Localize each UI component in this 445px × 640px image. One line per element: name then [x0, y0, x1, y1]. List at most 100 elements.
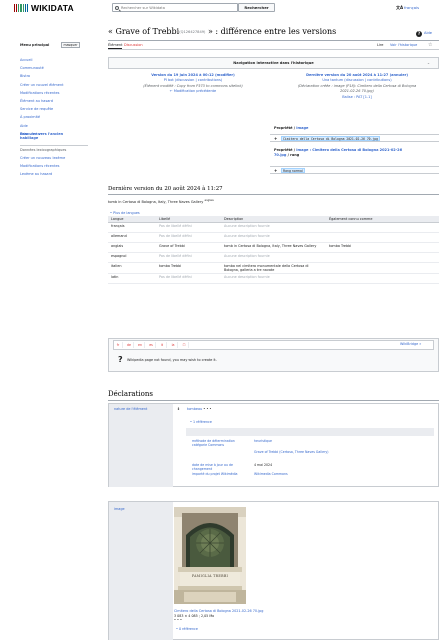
diff-left-header: Version du 19 juin 2024 à 00:12 (modifie… [118, 73, 268, 95]
diff-added-row-2: + Rang normal [270, 166, 439, 174]
language-label[interactable]: Pas de libellé défini [156, 232, 221, 243]
language-icon[interactable]: 文A [396, 5, 403, 11]
diff-added-row-1: + Cimitero della Certosa di Bologna 2021… [270, 134, 439, 142]
language-name: espagnol [108, 252, 156, 263]
property-instance-of[interactable]: nature de l'élément [114, 407, 147, 411]
rank-normal-icon[interactable]: ⇕ [177, 407, 180, 411]
sidebar-item[interactable]: Modifications récentes [20, 91, 90, 95]
history-navigation-label: Navigation interactive dans l'historique [233, 61, 314, 65]
language-description[interactable]: Aucune description fournie [221, 273, 326, 284]
sidebar-item-legacy-skin[interactable]: Basculer vers l'ancien habillage [20, 132, 80, 140]
search-input[interactable] [121, 5, 221, 10]
statement-property-cell [108, 501, 173, 640]
photo-inscription: FAMIGLIA TREBBI [191, 574, 229, 578]
sitelink-tab[interactable]: la [169, 342, 178, 348]
language-description[interactable]: Aucune description fournie [221, 232, 326, 243]
diff-added-value-1: Cimitero della Certosa di Bologna 2021-0… [281, 136, 380, 141]
language-label[interactable]: tomba Trebbi [156, 262, 221, 274]
previous-edit-link[interactable]: ← Modification précédente [118, 89, 268, 94]
language-label[interactable]: Pas de libellé défini [156, 252, 221, 263]
tab-read[interactable]: Lire [377, 43, 383, 47]
ref-key-imported[interactable]: importé du projet Wikimédia [192, 472, 246, 476]
wikibridge-link[interactable]: WikiBridge » [400, 342, 421, 346]
sidebar-separator [20, 145, 88, 146]
language-selector[interactable]: français [404, 5, 419, 10]
search-box[interactable] [112, 3, 238, 12]
language-row: français Pas de libellé défini Aucune desc… [108, 222, 439, 233]
wikidata-logo-icon[interactable] [14, 4, 28, 12]
more-languages-link[interactable]: • Plus de langues [110, 211, 140, 215]
language-label[interactable]: Pas de libellé défini [156, 222, 221, 233]
page-not-found-message: Wikipedia page not found, you may wish t… [127, 358, 217, 362]
help-link[interactable]: Aide [424, 31, 432, 35]
sitelink-tab[interactable]: it [158, 342, 167, 348]
sitelink-tab[interactable]: ☐ [180, 342, 189, 348]
sitelink-tab[interactable]: en [136, 342, 145, 348]
references-toggle[interactable]: • 0 référence [176, 627, 198, 631]
language-aliases[interactable] [326, 273, 439, 284]
diff-added-value-2: Rang normal [281, 168, 305, 173]
sitelink-tab[interactable]: fr [114, 342, 123, 348]
language-row: anglais Grave of Trebbi tomb in Certosa di… [108, 242, 439, 253]
tab-history[interactable]: Voir l'historique [390, 43, 417, 47]
sidebar-item[interactable]: Créer un nouveau lexème [20, 156, 90, 160]
language-aliases[interactable]: tomba Trebbi [326, 242, 439, 253]
sidebar-item[interactable]: Bistro [20, 74, 90, 78]
ref-key-date[interactable]: date de mise à jour ou de changement [192, 463, 246, 471]
sitelink-tab[interactable]: de [125, 342, 134, 348]
diff-property-1: Propriété / image [274, 126, 309, 130]
sidebar-lexeme-heading: Données lexicographiques [20, 148, 67, 152]
language-label[interactable]: Pas de libellé défini [156, 273, 221, 284]
value-tombeau[interactable]: tombeau • • • [187, 407, 211, 411]
sidebar-item[interactable]: Communauté [20, 66, 90, 70]
wikidata-logo-text[interactable]: WIKIDATA [31, 3, 74, 13]
image-file-link[interactable]: Cimitero della Certosa di Bologna 2021-0… [174, 609, 263, 613]
logo-bar [26, 4, 28, 12]
sidebar-item[interactable]: À proximité [20, 115, 90, 119]
sidebar-item[interactable]: Accueil [20, 58, 90, 62]
logo-bar [24, 4, 26, 12]
ref-value-heuristic[interactable]: heuristique [254, 439, 272, 443]
language-aliases[interactable] [326, 222, 439, 233]
sidebar-item[interactable]: Modifications récentes [20, 164, 90, 168]
tomb-photo[interactable]: FAMIGLIA TREBBI [174, 507, 246, 604]
language-description[interactable]: tomb in Certosa di Bologna, Italy, Three… [221, 242, 326, 253]
top-bar: WIKIDATA Rechercher 文A français [0, 0, 445, 16]
language-aliases[interactable] [326, 252, 439, 263]
ref-value-date: 4 mai 2024 [254, 463, 273, 467]
sidebar-item[interactable]: Élément au hasard [20, 99, 90, 103]
language-description[interactable]: Aucune description fournie [221, 222, 326, 233]
search-icon [115, 5, 119, 10]
sidebar-hide-button[interactable]: masquer [61, 42, 81, 48]
ref-value-commons[interactable]: Wikimedia Commons [254, 472, 288, 476]
references-toggle[interactable]: • 1 référence [190, 420, 212, 424]
sidebar-item[interactable]: Lexème au hasard [20, 172, 90, 176]
ref-value-category[interactable]: Grave of Trebbi (Certosa, Three Naves Ga… [254, 450, 334, 454]
sidebar-item[interactable]: Service de requête [20, 107, 90, 111]
history-navigation-toggle[interactable]: Navigation interactive dans l'historique… [108, 57, 439, 69]
language-aliases[interactable] [326, 232, 439, 243]
logo-bar [22, 4, 24, 12]
language-description[interactable]: Aucune description fournie [221, 252, 326, 263]
search-button[interactable]: Rechercher [238, 3, 275, 12]
item-id: (Q126427849) [179, 30, 206, 34]
language-name: latin [108, 273, 156, 284]
language-aliases[interactable] [326, 262, 439, 274]
watch-star-icon[interactable]: ☆ [428, 42, 432, 48]
sidebar-item[interactable]: Aide [20, 124, 90, 128]
tab-item[interactable]: Élément [108, 43, 123, 47]
property-image[interactable]: image [114, 507, 125, 511]
language-label[interactable]: Grave of Trebbi [156, 242, 221, 253]
diff-plus-icon: + [274, 136, 278, 141]
sidebar-item[interactable]: Créer un nouvel élément [20, 83, 90, 87]
diff-right-tag[interactable]: Balise : PAT [1.1] [278, 95, 436, 100]
language-description[interactable]: tomba nel cimitero monumentale della Cer… [221, 262, 326, 274]
language-name: anglais [108, 242, 156, 253]
diff-property-2: Propriété / image : Cimitero della Certo… [274, 148, 403, 157]
help-icon[interactable]: ? [416, 30, 422, 37]
ref-key-method[interactable]: méthode de détermination catégorie Commo… [192, 439, 246, 447]
image-more-dots[interactable]: • • • [174, 618, 182, 622]
logo-bar [16, 4, 18, 12]
sitelink-tab[interactable]: es [147, 342, 156, 348]
tab-discussion[interactable]: Discussion [124, 43, 143, 47]
